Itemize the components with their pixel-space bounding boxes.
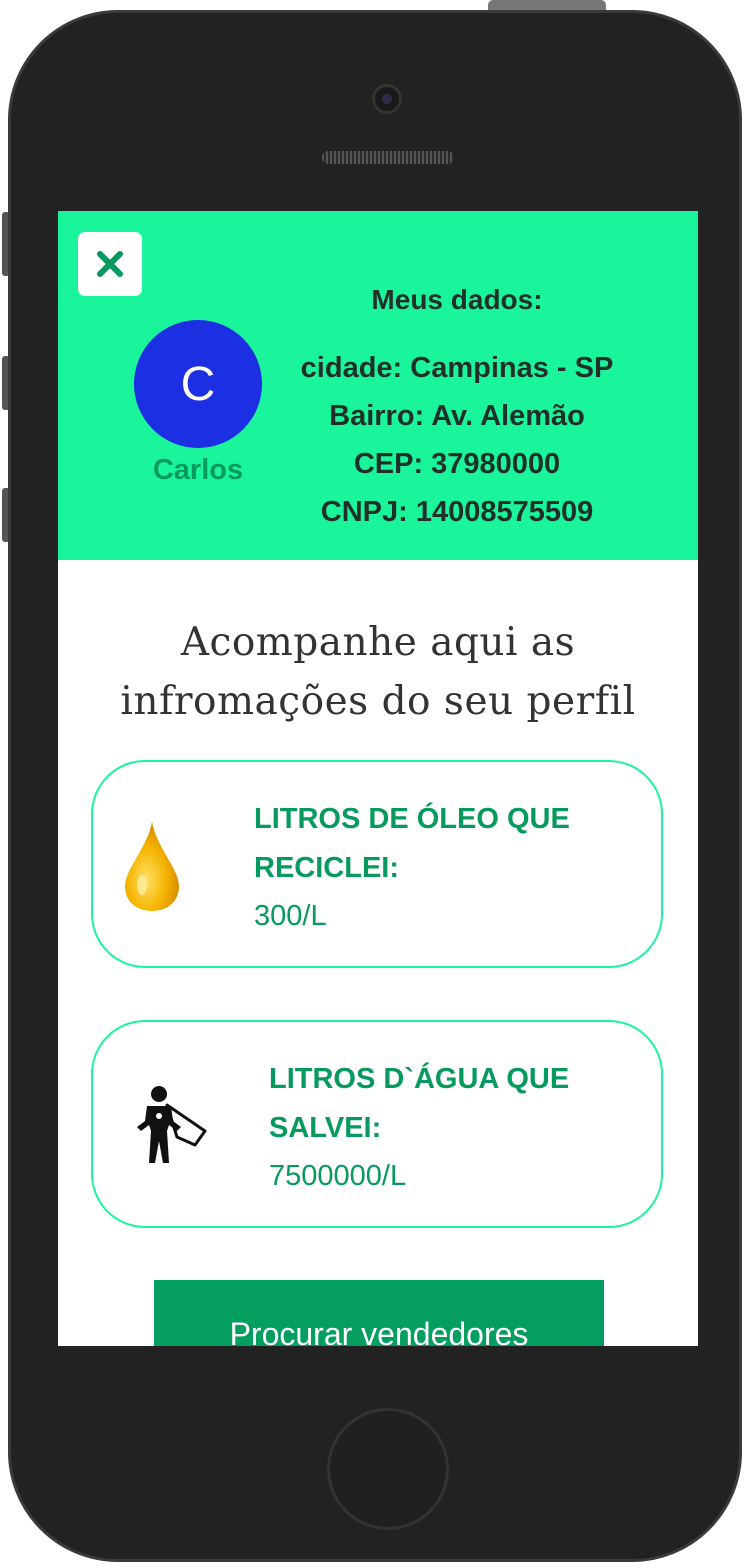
close-icon: [97, 251, 123, 277]
water-saved-card: LITROS D`ÁGUA QUE SALVEI: 7500000/L: [91, 1020, 663, 1228]
app-screen: C Carlos Meus dados: cidade: Campinas - …: [58, 211, 698, 1346]
earpiece-speaker: [322, 151, 454, 164]
user-name: Carlos: [152, 454, 244, 486]
avatar-letter: C: [180, 357, 216, 411]
card-title-line-2: RECICLEI:: [254, 852, 399, 884]
avatar: C: [134, 320, 262, 448]
card-value: 300/L: [254, 900, 327, 932]
info-title: Meus dados:: [371, 284, 543, 315]
info-neighborhood: Bairro: Av. Alemão: [329, 400, 585, 432]
subtitle-line-2: infromações do seu perfil: [120, 679, 636, 724]
card-value: 7500000/L: [269, 1160, 407, 1192]
card-title-line-1: LITROS D`ÁGUA QUE: [269, 1063, 570, 1095]
card-title-line-2: SALVEI:: [269, 1112, 382, 1144]
card-title: LITROS DE ÓLEO QUE RECICLEI:: [254, 795, 570, 893]
page-subtitle: Acompanhe aqui as infromações do seu per…: [58, 613, 698, 731]
oil-recycled-card: LITROS DE ÓLEO QUE RECICLEI: 300/L: [91, 760, 663, 968]
info-cnpj: CNPJ: 14008575509: [320, 496, 594, 528]
card-title: LITROS D`ÁGUA QUE SALVEI:: [269, 1055, 569, 1153]
close-button[interactable]: [78, 232, 142, 296]
oil-drop-icon: [125, 821, 179, 911]
card-title-line-1: LITROS DE ÓLEO QUE: [254, 803, 570, 835]
info-city: cidade: Campinas - SP: [300, 352, 614, 384]
info-cep: CEP: 37980000: [353, 448, 561, 480]
front-camera: [372, 84, 402, 114]
subtitle-line-1: Acompanhe aqui as: [180, 620, 576, 665]
superhero-icon: [137, 1086, 207, 1163]
search-sellers-button[interactable]: Procurar vendedores: [154, 1280, 604, 1346]
profile-header: C Carlos Meus dados: cidade: Campinas - …: [58, 211, 698, 560]
home-button: [327, 1408, 449, 1530]
